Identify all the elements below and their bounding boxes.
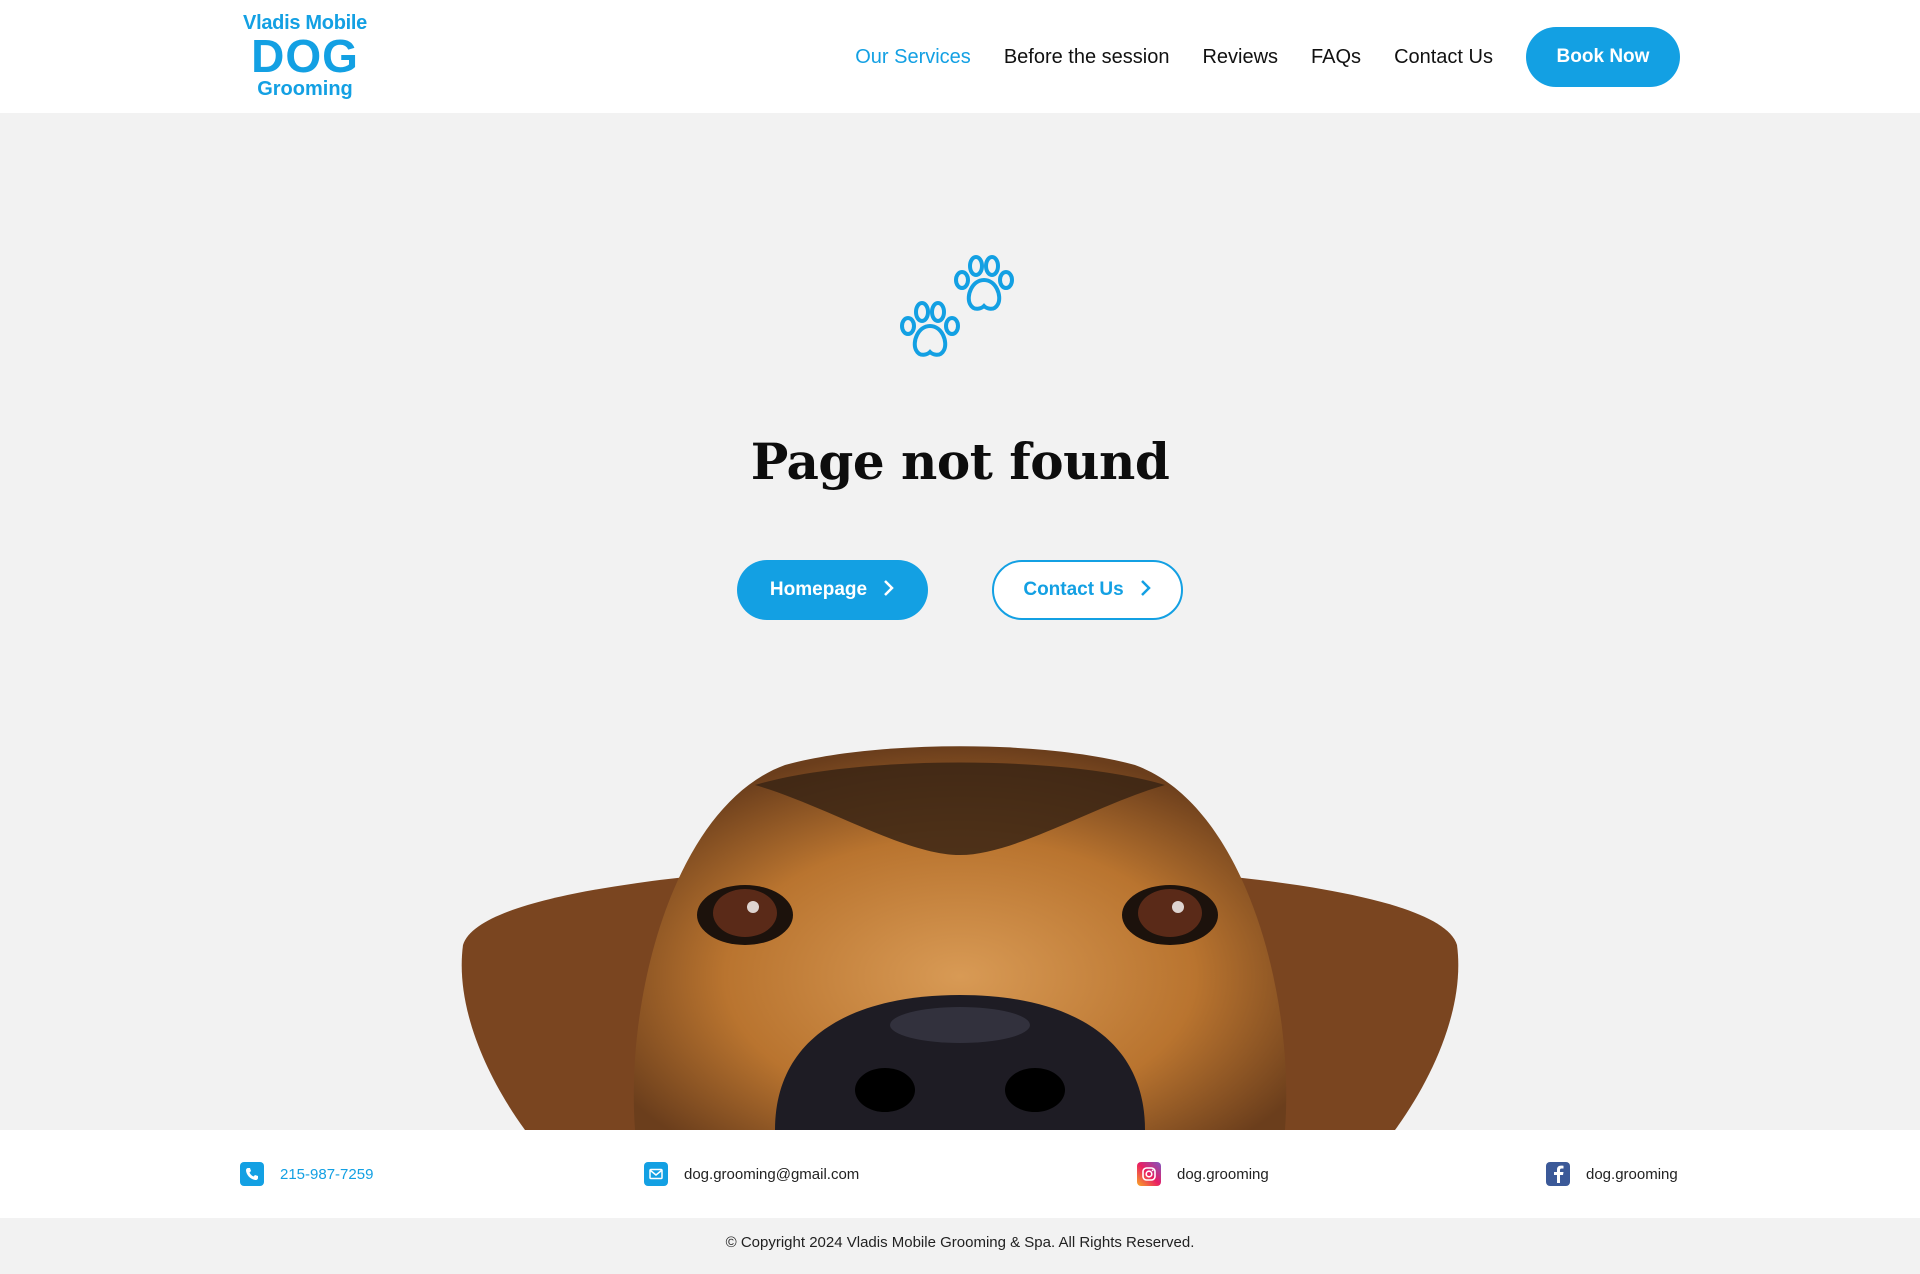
footer-email-text: dog.grooming@gmail.com [684, 1165, 860, 1183]
footer-instagram[interactable]: dog.grooming [1137, 1162, 1269, 1186]
nav-faqs[interactable]: FAQs [1311, 46, 1361, 69]
contact-us-button-label: Contact Us [1023, 579, 1124, 600]
nav-before-the-session[interactable]: Before the session [1004, 46, 1170, 69]
phone-icon [240, 1162, 264, 1186]
mail-icon [644, 1162, 668, 1186]
chevron-right-icon [883, 579, 895, 602]
page-title: Page not found [750, 432, 1170, 491]
footer-email[interactable]: dog.grooming@gmail.com [644, 1162, 859, 1186]
nav-contact-us[interactable]: Contact Us [1394, 46, 1493, 69]
facebook-icon [1546, 1162, 1570, 1186]
site-header: Vladis Mobile DOG Grooming Our Services … [0, 0, 1920, 113]
logo-line-2: DOG [251, 30, 359, 82]
chevron-right-icon [1140, 579, 1152, 602]
site-logo[interactable]: Vladis Mobile DOG Grooming [240, 12, 370, 104]
footer-phone-text: 215-987-7259 [280, 1165, 374, 1183]
footer-facebook[interactable]: dog.grooming [1546, 1162, 1678, 1186]
paw-prints-icon [900, 255, 1014, 357]
footer-contacts: 215-987-7259 dog.grooming@gmail.com dog.… [0, 1130, 1920, 1218]
homepage-button-label: Homepage [769, 579, 868, 600]
instagram-icon [1137, 1162, 1161, 1186]
copyright-text: © Copyright 2024 Vladis Mobile Grooming … [725, 1234, 1195, 1251]
book-now-button[interactable]: Book Now [1526, 27, 1680, 87]
footer-phone[interactable]: 215-987-7259 [240, 1162, 373, 1186]
homepage-button[interactable]: Homepage [737, 560, 928, 620]
footer-facebook-text: dog.grooming [1586, 1165, 1678, 1183]
contact-us-button[interactable]: Contact Us [992, 560, 1183, 620]
nav-reviews[interactable]: Reviews [1202, 46, 1278, 69]
footer-instagram-text: dog.grooming [1177, 1165, 1269, 1183]
nav-our-services[interactable]: Our Services [855, 46, 971, 69]
main-nav: Our Services Before the session Reviews … [855, 27, 1680, 87]
dog-peeking-image [461, 746, 1459, 1130]
